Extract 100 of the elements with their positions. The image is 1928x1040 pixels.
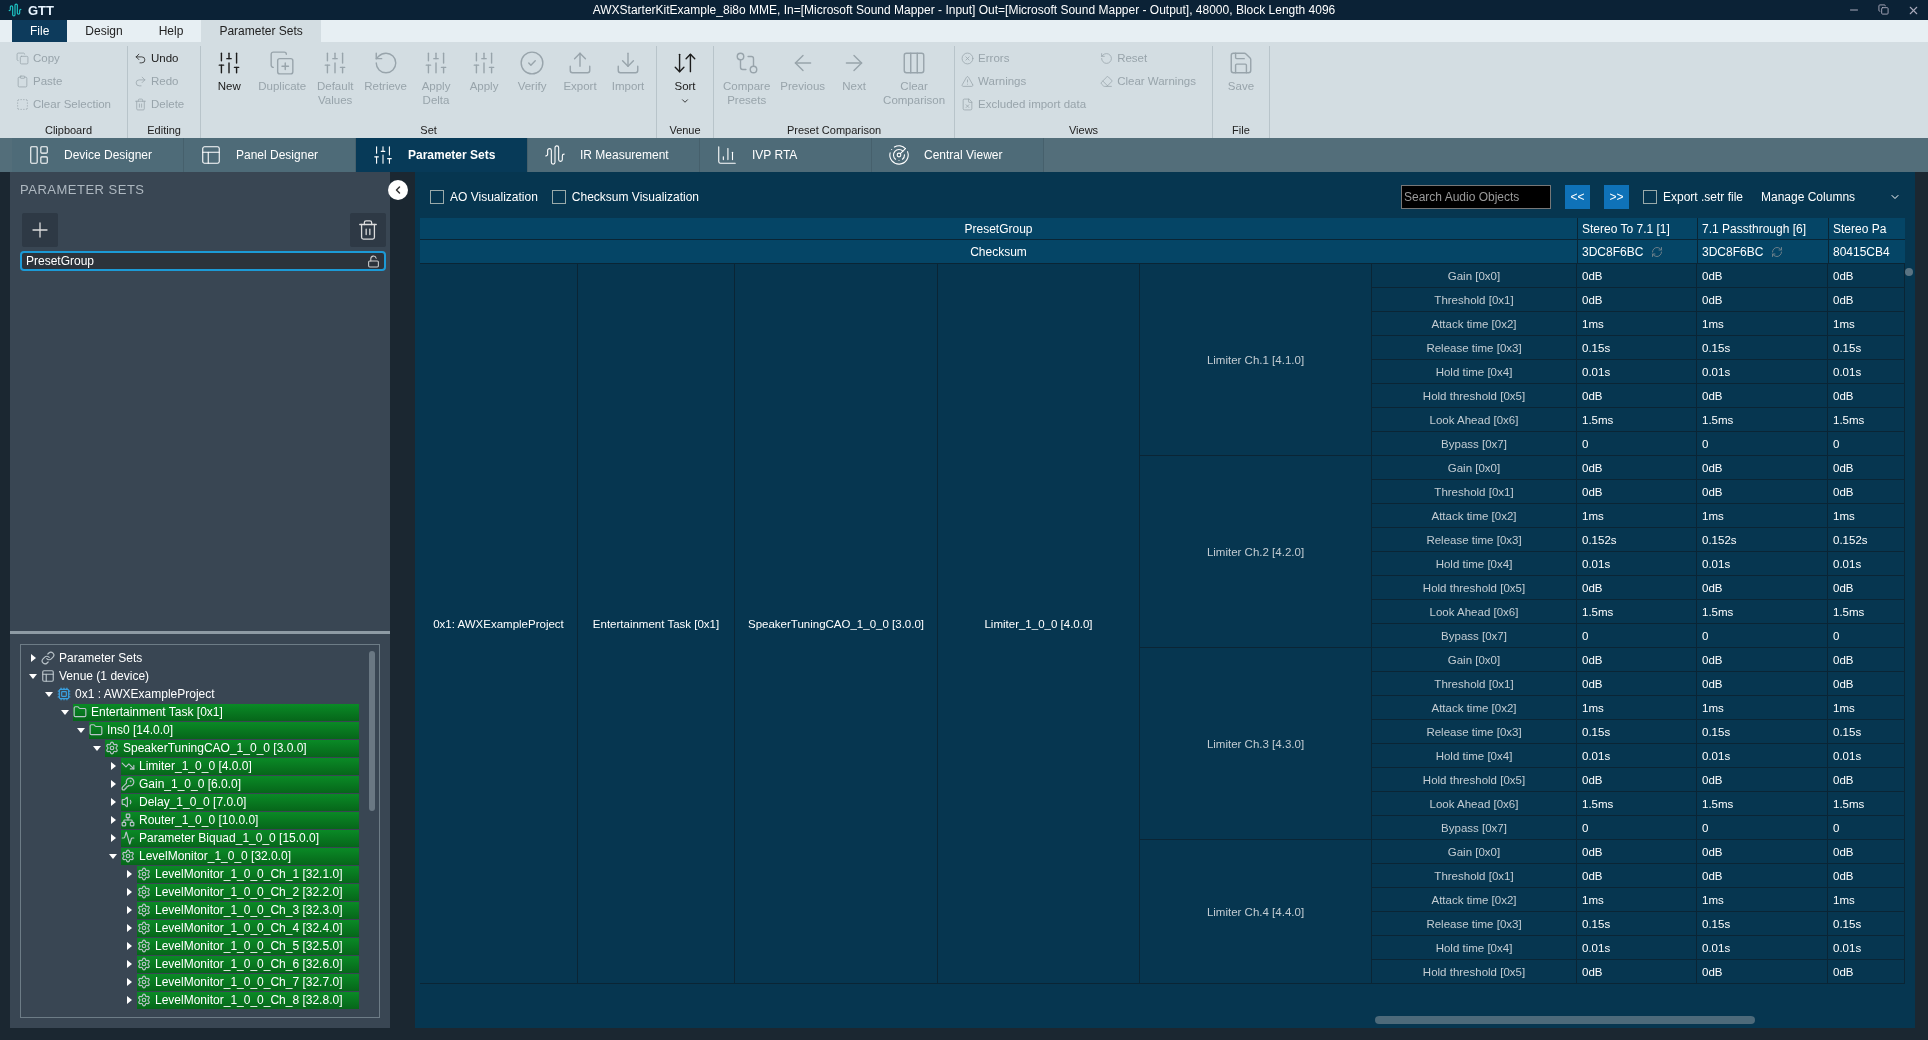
tree-item[interactable]: LevelMonitor_1_0_0_Ch_4 [32.4.0] — [137, 919, 359, 937]
table-cell: 0.15s — [1697, 336, 1828, 360]
table-cell: Threshold [0x1] — [1372, 864, 1577, 888]
tree-item[interactable]: Delay_1_0_0 [7.0.0] — [121, 793, 359, 811]
table-cell: Attack time [0x2] — [1372, 696, 1577, 720]
table-cell: 1ms — [1697, 696, 1828, 720]
ribbon-button[interactable]: Sort — [663, 46, 707, 122]
tree-item[interactable]: Limiter_1_0_0 [4.0.0] — [121, 757, 359, 775]
menu-tab[interactable]: Parameter Sets — [201, 20, 321, 42]
triangle-icon[interactable] — [109, 780, 117, 788]
table-cell: Bypass [0x7] — [1372, 432, 1577, 456]
table-cell: 0dB — [1577, 672, 1697, 696]
table-cell: Gain [0x0] — [1372, 648, 1577, 672]
next-button[interactable]: >> — [1603, 185, 1629, 209]
check-circle-icon — [519, 50, 545, 76]
search-field[interactable]: Search Audio Objects — [1400, 185, 1551, 209]
menu-tab[interactable]: Design — [67, 20, 141, 42]
table-cell: Hold time [0x4] — [1372, 552, 1577, 576]
triangle-icon[interactable] — [125, 942, 133, 950]
triangle-icon[interactable] — [109, 852, 117, 860]
table-cell: Limiter Ch.3 [4.3.0] — [1140, 648, 1372, 840]
scrollbar-thumb[interactable] — [369, 651, 375, 811]
menu-tab[interactable]: Help — [140, 20, 202, 42]
table-cell: 0dB — [1828, 672, 1905, 696]
ribbon-button[interactable]: New — [207, 46, 252, 122]
restore-icon[interactable] — [1878, 3, 1889, 15]
column-header: Stereo Pa — [1828, 218, 1905, 240]
module-tab[interactable]: Panel Designer — [184, 138, 356, 172]
table-cell: Limiter Ch.4 [4.4.0] — [1140, 840, 1372, 984]
table-cell: Threshold [0x1] — [1372, 288, 1577, 312]
module-tab[interactable]: Device Designer — [12, 138, 184, 172]
module-tab[interactable]: Central Viewer — [872, 138, 1044, 172]
window-title: AWXStarterKitExample_8i8o MME, In=[Microsoft Sound Mapper - Input] Out=[Microsoft Sound Mapper - Output], 48000, Block Length 4096 — [591, 3, 1337, 17]
tree-item[interactable]: LevelMonitor_1_0_0_Ch_8 [32.8.0] — [137, 991, 359, 1009]
table-cell: 1ms — [1577, 312, 1697, 336]
table-cell: 0.15s — [1697, 912, 1828, 936]
table-cell: Bypass [0x7] — [1372, 624, 1577, 648]
table-cell: Limiter Ch.1 [4.1.0] — [1140, 264, 1372, 456]
tree-item[interactable]: LevelMonitor_1_0_0_Ch_7 [32.7.0] — [137, 973, 359, 991]
triangle-icon[interactable] — [29, 672, 37, 680]
triangle-icon[interactable] — [125, 870, 133, 878]
table-cell: Release time [0x3] — [1372, 336, 1577, 360]
triangle-icon[interactable] — [61, 708, 69, 716]
tree-item[interactable]: Parameter Sets — [41, 649, 359, 667]
selection-icon — [16, 97, 29, 111]
triangle-icon[interactable] — [125, 960, 133, 968]
module-tab[interactable]: IR Measurement — [528, 138, 700, 172]
table-cell: 0 — [1828, 816, 1905, 840]
triangle-icon[interactable] — [109, 834, 117, 842]
triangle-icon[interactable] — [29, 654, 37, 662]
sliders-icon — [372, 144, 394, 166]
table-cell: 0dB — [1577, 840, 1697, 864]
table-cell: 0dB — [1577, 384, 1697, 408]
checkbox[interactable]: Checksum Visualization — [551, 190, 699, 204]
sliders-icon — [471, 50, 497, 76]
checkbox[interactable]: Export .setr file — [1642, 190, 1743, 204]
table-cell: 1.5ms — [1577, 792, 1697, 816]
gear-icon — [137, 867, 151, 881]
scrollbar-thumb[interactable] — [1375, 1016, 1755, 1024]
previous-button[interactable]: << — [1564, 185, 1590, 209]
file-x-icon — [961, 97, 975, 111]
tree-item[interactable]: Entertainment Task [0x1] — [73, 703, 359, 721]
tree-item[interactable]: LevelMonitor_1_0_0_Ch_3 [32.3.0] — [137, 901, 359, 919]
add-button[interactable] — [22, 213, 58, 247]
tree-item[interactable]: SpeakerTuningCAO_1_0_0 [3.0.0] — [105, 739, 359, 757]
delete-button[interactable] — [350, 213, 386, 247]
triangle-icon[interactable] — [125, 888, 133, 896]
triangle-icon[interactable] — [77, 726, 85, 734]
table-cell: 0dB — [1697, 264, 1828, 288]
tree-item[interactable]: Parameter Biquad_1_0_0 [15.0.0] — [121, 829, 359, 847]
tree-item[interactable]: Router_1_0_0 [10.0.0] — [121, 811, 359, 829]
ribbon-button[interactable]: Undo — [134, 48, 185, 68]
file-menu-button[interactable]: File — [12, 20, 68, 42]
checkbox[interactable]: AO Visualization — [430, 190, 538, 204]
module-tab[interactable]: Parameter Sets — [356, 138, 528, 172]
triangle-icon[interactable] — [109, 762, 117, 770]
set-item[interactable]: PresetGroup — [20, 251, 386, 271]
triangle-icon[interactable] — [125, 978, 133, 986]
module-tab[interactable]: IVP RTA — [700, 138, 872, 172]
tree-item[interactable]: Venue (1 device) — [41, 667, 359, 685]
tree-item[interactable]: LevelMonitor_1_0_0_Ch_2 [32.2.0] — [137, 883, 359, 901]
collapse-button[interactable] — [388, 180, 408, 200]
tree-item[interactable]: Ins0 [14.0.0] — [89, 721, 359, 739]
triangle-icon[interactable] — [125, 996, 133, 1004]
group-label: Clipboard — [43, 123, 94, 138]
tree-item[interactable]: 0x1 : AWXExampleProject — [57, 685, 359, 703]
triangle-icon[interactable] — [45, 690, 53, 698]
scrollbar-thumb[interactable] — [1905, 268, 1913, 276]
tree-item[interactable]: LevelMonitor_1_0_0 [32.0.0] — [121, 847, 359, 865]
triangle-icon[interactable] — [125, 924, 133, 932]
triangle-icon[interactable] — [93, 744, 101, 752]
unlock-icon[interactable] — [367, 254, 380, 268]
tree-item[interactable]: LevelMonitor_1_0_0_Ch_1 [32.1.0] — [137, 865, 359, 883]
tree-item[interactable]: LevelMonitor_1_0_0_Ch_6 [32.6.0] — [137, 955, 359, 973]
triangle-icon[interactable] — [109, 816, 117, 824]
triangle-icon[interactable] — [125, 906, 133, 914]
tree-item[interactable]: Gain_1_0_0 [6.0.0] — [121, 775, 359, 793]
group-label: Editing — [146, 123, 182, 138]
triangle-icon[interactable] — [109, 798, 117, 806]
tree-item[interactable]: LevelMonitor_1_0_0_Ch_5 [32.5.0] — [137, 937, 359, 955]
